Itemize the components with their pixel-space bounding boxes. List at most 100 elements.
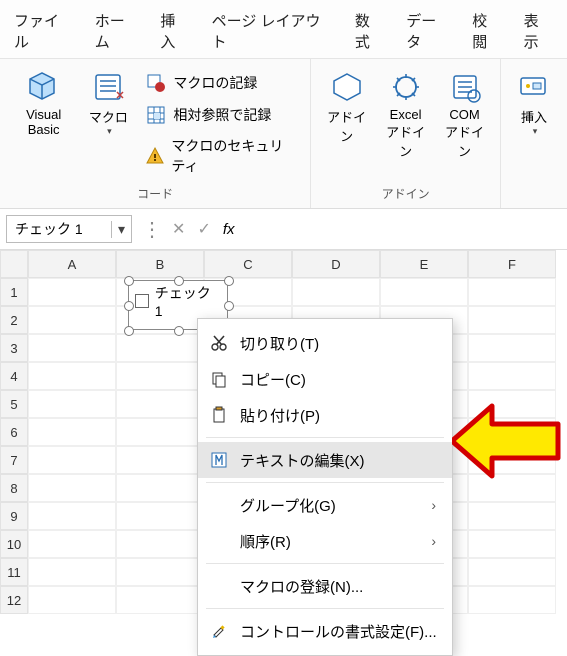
row-header[interactable]: 10 <box>0 530 28 558</box>
cell[interactable] <box>116 530 204 558</box>
separator <box>206 437 444 438</box>
cell[interactable] <box>28 418 116 446</box>
dropdown-icon: ▾ <box>533 126 538 137</box>
insert-controls-button[interactable]: 挿入 ▾ <box>507 65 561 139</box>
separator <box>206 563 444 564</box>
menu-formula[interactable]: 数式 <box>345 6 394 56</box>
cell[interactable] <box>28 278 116 306</box>
cell[interactable] <box>468 586 556 614</box>
insert-controls-label: 挿入 <box>521 107 547 126</box>
ctx-copy[interactable]: コピー(C) <box>198 361 452 397</box>
cell[interactable] <box>468 362 556 390</box>
ctx-format-control[interactable]: コントロールの書式設定(F)... <box>198 613 452 649</box>
ctx-assign-macro[interactable]: マクロの登録(N)... <box>198 568 452 604</box>
menu-data[interactable]: データ <box>396 6 460 56</box>
checkbox-box[interactable] <box>135 294 149 308</box>
row-header[interactable]: 7 <box>0 446 28 474</box>
insert-controls-icon <box>516 69 552 105</box>
cell[interactable] <box>116 362 204 390</box>
row-header[interactable]: 2 <box>0 306 28 334</box>
ctx-group-label: グループ化(G) <box>240 495 421 516</box>
cell[interactable] <box>28 306 116 334</box>
group-label-addins: アドイン <box>382 183 430 206</box>
row-header[interactable]: 12 <box>0 586 28 614</box>
menu-home[interactable]: ホーム <box>85 6 149 56</box>
cell[interactable] <box>28 446 116 474</box>
cell[interactable] <box>468 558 556 586</box>
column-header[interactable]: F <box>468 250 556 278</box>
relative-ref-button[interactable]: 相対参照で記録 <box>139 101 300 129</box>
cell[interactable] <box>116 334 204 362</box>
checkbox-label: チェック 1 <box>155 283 221 319</box>
menu-review[interactable]: 校閲 <box>462 6 511 56</box>
ribbon-group-code: Visual Basic マクロ ▾ <box>0 59 311 208</box>
fx-icon[interactable]: fx <box>217 221 241 238</box>
separator <box>206 482 444 483</box>
cell[interactable] <box>28 474 116 502</box>
cell[interactable] <box>116 474 204 502</box>
cell[interactable] <box>28 586 116 614</box>
cell[interactable] <box>468 530 556 558</box>
com-addins-label: COM アドイン <box>441 107 488 160</box>
copy-icon <box>208 368 230 390</box>
ctx-paste[interactable]: 貼り付け(P) <box>198 397 452 433</box>
macros-icon <box>90 69 126 105</box>
cell[interactable] <box>28 362 116 390</box>
select-all-corner[interactable] <box>0 250 28 278</box>
row-header[interactable]: 1 <box>0 278 28 306</box>
ctx-edit-text[interactable]: テキストの編集(X) <box>198 442 452 478</box>
cell[interactable] <box>28 530 116 558</box>
ctx-cut[interactable]: 切り取り(T) <box>198 325 452 361</box>
cancel-icon[interactable]: ✕ <box>166 219 191 239</box>
ctx-group[interactable]: グループ化(G) › <box>198 487 452 523</box>
column-header[interactable]: B <box>116 250 204 278</box>
menu-insert[interactable]: 挿入 <box>150 6 199 56</box>
excel-addins-icon <box>388 69 424 105</box>
cell[interactable] <box>116 390 204 418</box>
record-macro-button[interactable]: マクロの記録 <box>139 69 300 97</box>
cell[interactable] <box>116 502 204 530</box>
name-box[interactable]: ▾ <box>6 215 132 243</box>
row-header[interactable]: 4 <box>0 362 28 390</box>
cell[interactable] <box>468 306 556 334</box>
column-header[interactable]: C <box>204 250 292 278</box>
cell[interactable] <box>28 390 116 418</box>
row-header[interactable]: 6 <box>0 418 28 446</box>
cell[interactable] <box>116 586 204 614</box>
row-header[interactable]: 9 <box>0 502 28 530</box>
cell[interactable] <box>28 334 116 362</box>
row-header[interactable]: 11 <box>0 558 28 586</box>
row-header[interactable]: 5 <box>0 390 28 418</box>
row-header[interactable]: 3 <box>0 334 28 362</box>
confirm-icon[interactable]: ✓ <box>191 219 216 239</box>
relative-ref-icon <box>145 104 167 126</box>
column-header[interactable]: D <box>292 250 380 278</box>
name-box-dropdown[interactable]: ▾ <box>111 221 131 238</box>
macros-button[interactable]: マクロ ▾ <box>81 65 135 139</box>
menu-view[interactable]: 表示 <box>514 6 563 56</box>
cell[interactable] <box>468 334 556 362</box>
cell[interactable] <box>116 558 204 586</box>
com-addins-button[interactable]: COM アドイン <box>435 65 494 162</box>
macro-security-button[interactable]: マクロのセキュリティ <box>139 133 300 179</box>
excel-addins-button[interactable]: Excel アドイン <box>376 65 435 162</box>
cell[interactable] <box>380 278 468 306</box>
visual-basic-label: Visual Basic <box>12 107 75 137</box>
column-header[interactable]: A <box>28 250 116 278</box>
cell[interactable] <box>116 418 204 446</box>
annotation-arrow <box>452 402 562 483</box>
menu-file[interactable]: ファイル <box>4 6 83 56</box>
visual-basic-button[interactable]: Visual Basic <box>6 65 81 139</box>
cell[interactable] <box>468 278 556 306</box>
menu-layout[interactable]: ページ レイアウト <box>202 6 343 56</box>
cell[interactable] <box>28 558 116 586</box>
ctx-order[interactable]: 順序(R) › <box>198 523 452 559</box>
cell[interactable] <box>468 502 556 530</box>
cell[interactable] <box>292 278 380 306</box>
cell[interactable] <box>28 502 116 530</box>
row-header[interactable]: 8 <box>0 474 28 502</box>
name-box-input[interactable] <box>7 221 111 237</box>
column-header[interactable]: E <box>380 250 468 278</box>
addins-button[interactable]: アドイン <box>317 65 376 147</box>
cell[interactable] <box>116 446 204 474</box>
